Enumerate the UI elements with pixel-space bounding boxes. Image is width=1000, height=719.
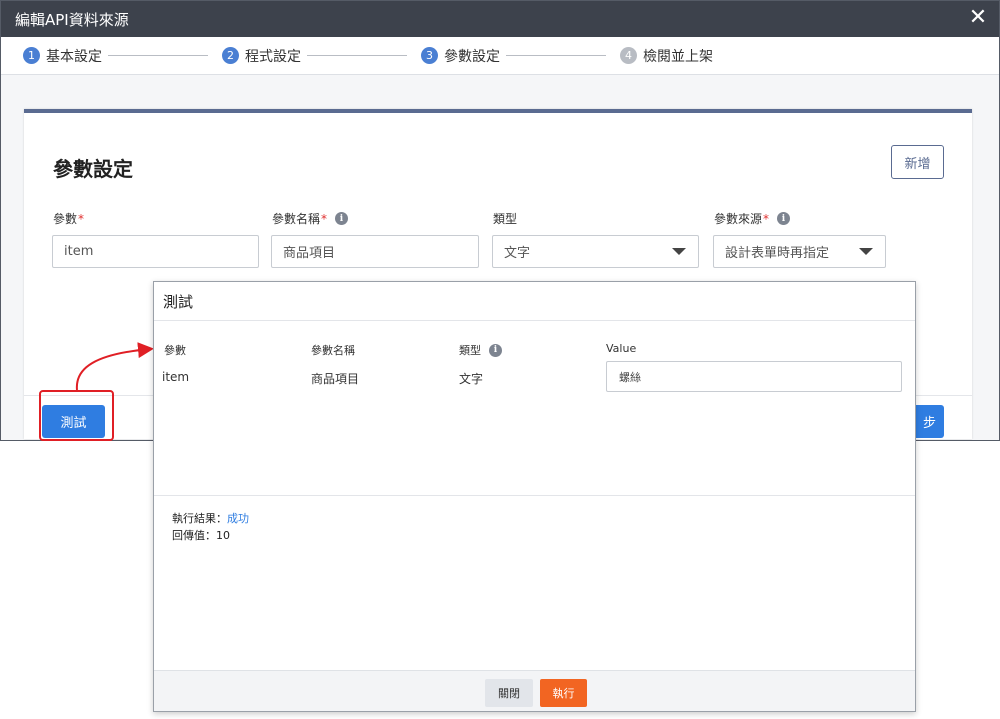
param-name-input[interactable]: 商品項目 [271,235,479,268]
step-label: 程式設定 [245,48,301,65]
required-mark: * [763,211,770,226]
value-input[interactable]: 螺絲 [606,361,902,392]
row-param-name: 商品項目 [311,372,360,386]
info-icon[interactable]: i [489,343,502,357]
param-label: 參數 * [53,210,84,227]
step-4[interactable]: 4 檢閱並上架 [620,46,713,66]
card-title: 參數設定 [53,157,133,181]
step-number: 2 [222,47,239,64]
info-icon[interactable]: i [777,212,791,225]
result-block: 執行結果：成功 回傳值：10 [172,510,249,544]
type-label-text: 類型 [493,212,518,226]
return-label: 回傳值： [172,529,216,542]
param-name-label-text: 參數名稱 [272,212,321,226]
step-label: 檢閱並上架 [643,48,713,65]
modal-footer: 關閉 執行 [154,670,915,711]
modal-result-divider [154,495,915,496]
step-indicator: 1 基本設定 2 程式設定 3 參數設定 4 檢閱並上架 [1,37,999,75]
step-number: 3 [421,47,438,64]
type-select[interactable]: 文字 [492,235,699,268]
source-label-text: 參數來源 [714,212,763,226]
result-label: 執行結果： [172,512,227,525]
test-modal: 測試 參數 參數名稱 類型 i Value item 商品項目 文字 螺絲 執行… [153,281,916,712]
source-select[interactable]: 設計表單時再指定 [713,235,886,268]
step-label: 參數設定 [444,48,500,65]
type-select-value: 文字 [504,246,531,261]
close-icon[interactable]: ✕ [967,7,989,29]
source-label: 參數來源 * i [714,210,791,227]
close-button[interactable]: 關閉 [485,679,533,707]
result-line: 執行結果：成功 [172,510,249,527]
col-header-type-text: 類型 [459,344,481,357]
return-value: 10 [216,529,230,542]
step-connector [307,55,407,56]
step-3[interactable]: 3 參數設定 [421,46,500,66]
col-header-type: 類型 i [459,342,502,358]
type-label: 類型 [493,210,517,227]
required-mark: * [321,211,328,226]
dialog-titlebar: 編輯API資料來源 ✕ [1,1,999,37]
step-number: 4 [620,47,637,64]
run-button[interactable]: 執行 [540,679,587,707]
step-1[interactable]: 1 基本設定 [23,46,102,66]
col-header-param: 參數 [164,344,186,357]
row-param: item [162,370,190,384]
dialog-title: 編輯API資料來源 [15,10,129,29]
row-type: 文字 [459,372,484,386]
step-2[interactable]: 2 程式設定 [222,46,301,66]
col-header-value: Value [606,342,637,355]
test-button-highlight [39,390,114,441]
param-name-label: 參數名稱 * i [272,210,349,227]
step-number: 1 [23,47,40,64]
add-button[interactable]: 新增 [891,145,944,179]
return-line: 回傳值：10 [172,527,249,544]
step-label: 基本設定 [46,48,102,65]
result-value: 成功 [227,512,249,525]
step-connector [506,55,606,56]
modal-header-divider [154,320,915,321]
required-mark: * [78,211,85,226]
source-select-value: 設計表單時再指定 [725,246,830,261]
param-input[interactable]: item [52,235,259,268]
info-icon[interactable]: i [335,212,349,225]
chevron-down-icon [672,248,686,255]
modal-title: 測試 [163,293,194,311]
step-connector [108,55,208,56]
chevron-down-icon [859,248,873,255]
col-header-param-name: 參數名稱 [311,344,355,357]
param-label-text: 參數 [53,212,78,226]
